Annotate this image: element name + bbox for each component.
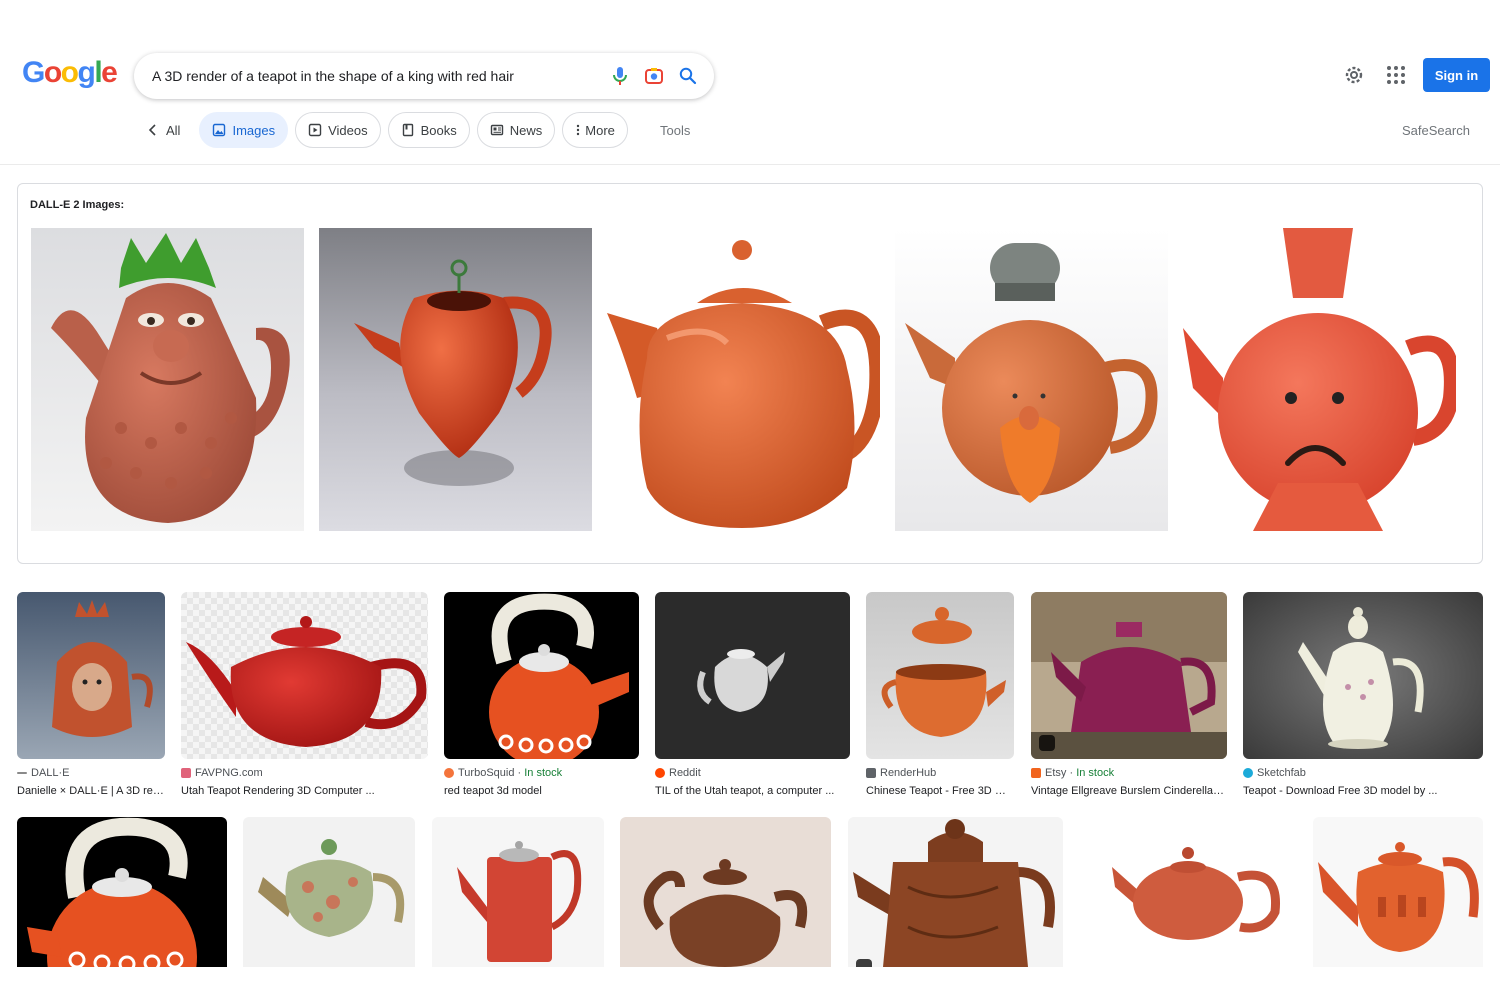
result-title[interactable]: Chinese Teapot - Free 3D Mo... — [866, 785, 1014, 797]
search-box[interactable]: A 3D render of a teapot in the shape of … — [134, 53, 714, 99]
dalle-image-3[interactable] — [607, 228, 880, 531]
source-favicon — [1243, 768, 1253, 778]
result-source-name: Reddit — [669, 767, 701, 779]
dalle-heading: DALL-E 2 Images: — [30, 199, 125, 211]
header-divider — [0, 164, 1500, 165]
result-source-name: DALL·E — [31, 767, 70, 779]
sign-in-button[interactable]: Sign in — [1423, 58, 1490, 92]
logo-letter: e — [101, 56, 118, 89]
result-source: TurboSquid · In stock — [444, 767, 562, 779]
safesearch-button[interactable]: SafeSearch — [1402, 123, 1470, 138]
result-source-name: Sketchfab — [1257, 767, 1306, 779]
gear-icon[interactable] — [1342, 63, 1366, 87]
google-logo[interactable]: Google — [22, 56, 118, 89]
logo-letter: l — [94, 56, 102, 89]
lens-icon[interactable] — [642, 64, 666, 88]
result-title[interactable]: Teapot - Download Free 3D model by ... — [1243, 785, 1483, 797]
source-favicon — [17, 772, 27, 774]
apps-grid-icon[interactable] — [1384, 63, 1408, 87]
dalle-image-5[interactable] — [1183, 228, 1456, 531]
result-thumbnail[interactable] — [848, 817, 1063, 967]
play-icon — [308, 123, 322, 137]
result-thumbnail[interactable] — [1031, 592, 1227, 759]
result-item[interactable] — [243, 817, 415, 967]
result-thumbnail[interactable] — [655, 592, 850, 759]
source-favicon — [444, 768, 454, 778]
stock-status: In stock — [524, 767, 563, 779]
stock-status: In stock — [1076, 767, 1115, 779]
result-thumbnail[interactable] — [866, 592, 1014, 759]
source-favicon — [1031, 768, 1041, 778]
result-source: RenderHub — [866, 767, 936, 779]
tab-label: All — [166, 122, 181, 138]
mic-icon[interactable] — [608, 64, 632, 88]
result-item[interactable] — [1313, 817, 1483, 967]
result-thumbnail[interactable] — [181, 592, 428, 759]
search-icon[interactable] — [676, 64, 700, 88]
tab-label: Images — [232, 122, 276, 138]
result-thumbnail[interactable] — [1080, 817, 1297, 967]
dalle-image-1[interactable] — [31, 228, 304, 531]
dalle-image-2[interactable] — [319, 228, 592, 531]
tab-label: More — [585, 122, 615, 138]
tag-icon — [454, 734, 470, 750]
result-item[interactable] — [848, 817, 1063, 967]
result-thumbnail[interactable] — [444, 592, 639, 759]
tab-news[interactable]: News — [476, 112, 556, 148]
search-tabs: All Images Videos Books News More — [140, 112, 635, 148]
image-icon — [213, 123, 226, 137]
logo-letter: g — [77, 56, 96, 89]
result-source: Etsy · In stock — [1031, 767, 1114, 779]
result-thumbnail[interactable] — [1313, 817, 1483, 967]
tools-button[interactable]: Tools — [660, 123, 690, 138]
result-source-name: Etsy — [1045, 767, 1067, 779]
result-source: FAVPNG.com — [181, 767, 263, 779]
dots-vertical-icon — [577, 124, 580, 136]
tag-icon — [1039, 735, 1055, 751]
result-source-name: TurboSquid — [458, 767, 515, 779]
result-thumbnail[interactable] — [17, 592, 165, 759]
tab-all[interactable]: All — [140, 112, 193, 148]
source-favicon — [866, 768, 876, 778]
tab-books[interactable]: Books — [387, 112, 470, 148]
result-source-name: RenderHub — [880, 767, 937, 779]
book-icon — [402, 123, 413, 137]
tab-label: Books — [420, 122, 457, 138]
logo-letter: G — [22, 56, 45, 89]
result-title[interactable]: TIL of the Utah teapot, a computer ... — [655, 785, 850, 797]
tag-icon — [856, 959, 872, 967]
result-source: Reddit — [655, 767, 701, 779]
result-title[interactable]: red teapot 3d model — [444, 785, 639, 797]
result-item[interactable] — [17, 817, 227, 967]
result-source: Sketchfab — [1243, 767, 1306, 779]
dalle-panel: DALL-E 2 Images: — [17, 183, 1483, 564]
result-thumbnail[interactable] — [243, 817, 415, 967]
tab-label: Videos — [328, 122, 368, 138]
tab-images[interactable]: Images — [199, 112, 289, 148]
dalle-image-4[interactable] — [895, 228, 1168, 531]
tab-videos[interactable]: Videos — [295, 112, 381, 148]
search-input[interactable]: A 3D render of a teapot in the shape of … — [152, 68, 598, 84]
result-title[interactable]: Utah Teapot Rendering 3D Computer ... — [181, 785, 428, 797]
result-thumbnail[interactable] — [432, 817, 604, 967]
chevron-left-icon — [148, 124, 156, 136]
news-icon — [490, 124, 503, 136]
result-thumbnail[interactable] — [1243, 592, 1483, 759]
tab-label: News — [509, 122, 543, 138]
result-thumbnail[interactable] — [620, 817, 831, 967]
logo-letter: o — [43, 56, 62, 89]
result-source-name: FAVPNG.com — [195, 767, 263, 779]
tab-more[interactable]: More — [562, 112, 628, 148]
result-thumbnail[interactable] — [17, 817, 227, 967]
result-title[interactable]: Vintage Ellgreave Burslem Cinderella 3..… — [1031, 785, 1227, 797]
source-favicon — [655, 768, 665, 778]
result-source: DALL·E — [17, 767, 70, 779]
result-title[interactable]: Danielle × DALL·E | A 3D rend... — [17, 785, 165, 797]
source-favicon — [181, 768, 191, 778]
result-item[interactable] — [432, 817, 604, 967]
result-item[interactable] — [1080, 817, 1297, 967]
logo-letter: o — [60, 56, 79, 89]
result-item[interactable] — [620, 817, 831, 967]
